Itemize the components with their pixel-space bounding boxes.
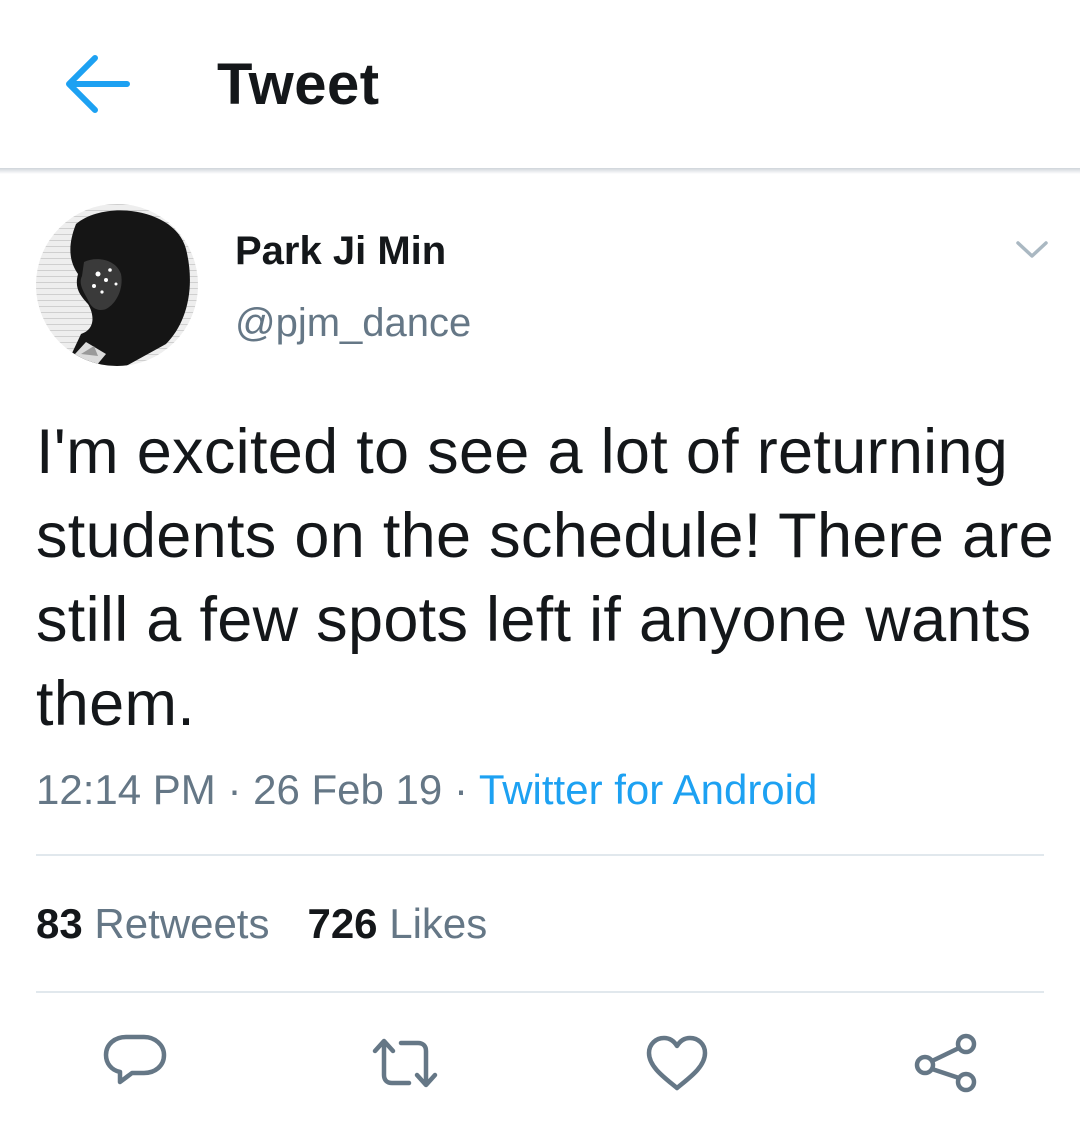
likes-label: Likes [389,900,488,947]
divider [36,991,1044,993]
retweet-button[interactable] [365,1028,445,1098]
user-handle[interactable]: @pjm_dance [235,300,471,346]
back-button[interactable] [56,48,136,120]
engagement-stats: 83 Retweets 726 Likes [36,898,487,950]
meta-separator: · [453,766,468,813]
reply-icon [103,1034,167,1085]
heart-icon [646,1035,708,1091]
retweets-label: Retweets [94,900,270,947]
like-button[interactable] [637,1028,717,1098]
tweet-source-link[interactable]: Twitter for Android [479,766,817,813]
retweets-stat[interactable]: 83 Retweets [36,900,269,947]
likes-count: 726 [307,900,378,947]
tweet-page: Tweet Park Ji Min @pjm_dance I'm excited… [0,0,1080,1140]
divider [36,854,1044,856]
header-divider [0,168,1080,174]
likes-stat[interactable]: 726 Likes [307,900,487,947]
chevron-down-icon [1016,241,1048,258]
tweet-date: 26 Feb 19 [253,766,443,813]
share-button[interactable] [905,1028,985,1098]
meta-separator: · [227,766,242,813]
tweet-meta: 12:14 PM · 26 Feb 19 · Twitter for Andro… [36,764,817,816]
app-header: Tweet [0,0,1080,168]
tweet-time: 12:14 PM [36,766,216,813]
arrow-left-icon [66,55,130,113]
retweet-icon [372,1038,438,1088]
avatar-image [36,204,198,366]
share-icon [914,1033,977,1093]
avatar[interactable] [36,204,198,366]
display-name[interactable]: Park Ji Min [235,228,446,274]
tweet-text: I'm excited to see a lot of returning st… [36,417,1055,739]
retweets-count: 83 [36,900,83,947]
tweet-menu-button[interactable] [1010,230,1054,270]
page-title: Tweet [217,52,380,117]
reply-button[interactable] [95,1028,175,1098]
